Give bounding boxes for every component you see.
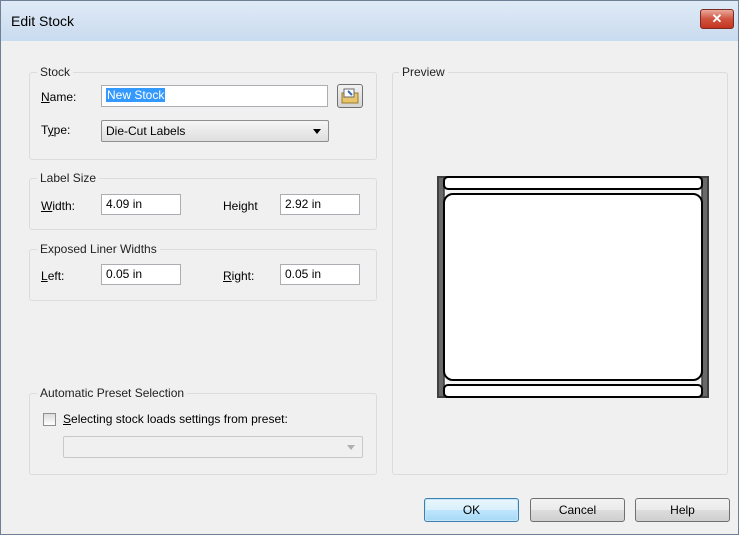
preset-dropdown[interactable]: [63, 436, 363, 458]
height-field[interactable]: 2.92 in: [280, 194, 360, 215]
type-dropdown[interactable]: Die-Cut Labels: [101, 120, 329, 142]
dialog-body: Stock Name: New Stock Type: Die-Cut Labe…: [1, 41, 738, 534]
chevron-down-icon: [347, 445, 355, 450]
width-label: Width:: [41, 199, 76, 213]
name-label: Name:: [41, 90, 77, 104]
name-field[interactable]: New Stock: [101, 85, 328, 107]
liner-widths-legend: Exposed Liner Widths: [37, 242, 160, 256]
width-value: 4.09 in: [106, 197, 143, 211]
height-value: 2.92 in: [285, 197, 322, 211]
label-preview-image: [437, 176, 709, 398]
preset-group: Automatic Preset Selection: [29, 386, 377, 475]
title-bar: Edit Stock ✕: [1, 1, 738, 41]
left-value: 0.05 in: [106, 267, 143, 281]
edit-stock-dialog: Edit Stock ✕ Stock Name: New Stock Type:…: [0, 0, 739, 535]
type-label: Type:: [41, 123, 71, 137]
left-field[interactable]: 0.05 in: [101, 264, 181, 285]
help-button[interactable]: Help: [635, 498, 730, 522]
preset-checkbox-label[interactable]: Selecting stock loads settings from pres…: [63, 412, 288, 426]
stock-group-legend: Stock: [37, 65, 74, 79]
close-button[interactable]: ✕: [700, 9, 734, 29]
browse-stock-button[interactable]: [337, 84, 363, 108]
chevron-down-icon: [313, 129, 321, 134]
preset-legend: Automatic Preset Selection: [37, 386, 188, 400]
cancel-button[interactable]: Cancel: [530, 498, 625, 522]
left-label: Left:: [41, 269, 65, 283]
ok-button[interactable]: OK: [424, 498, 519, 522]
preset-checkbox[interactable]: [43, 413, 56, 426]
close-icon: ✕: [711, 11, 723, 26]
width-field[interactable]: 4.09 in: [101, 194, 181, 215]
right-value: 0.05 in: [285, 267, 322, 281]
label-size-legend: Label Size: [37, 171, 100, 185]
name-value: New Stock: [106, 88, 166, 102]
preset-checkbox-label-text: electing stock loads settings from prese…: [71, 412, 288, 426]
right-field[interactable]: 0.05 in: [280, 264, 360, 285]
right-label: Right:: [223, 269, 255, 283]
name-label-text: ame:: [49, 90, 77, 104]
height-label: Height: [223, 199, 258, 213]
type-dropdown-value: Die-Cut Labels: [106, 124, 186, 138]
preview-legend: Preview: [399, 65, 448, 79]
window-title: Edit Stock: [11, 13, 75, 29]
folder-properties-icon: [341, 88, 359, 104]
